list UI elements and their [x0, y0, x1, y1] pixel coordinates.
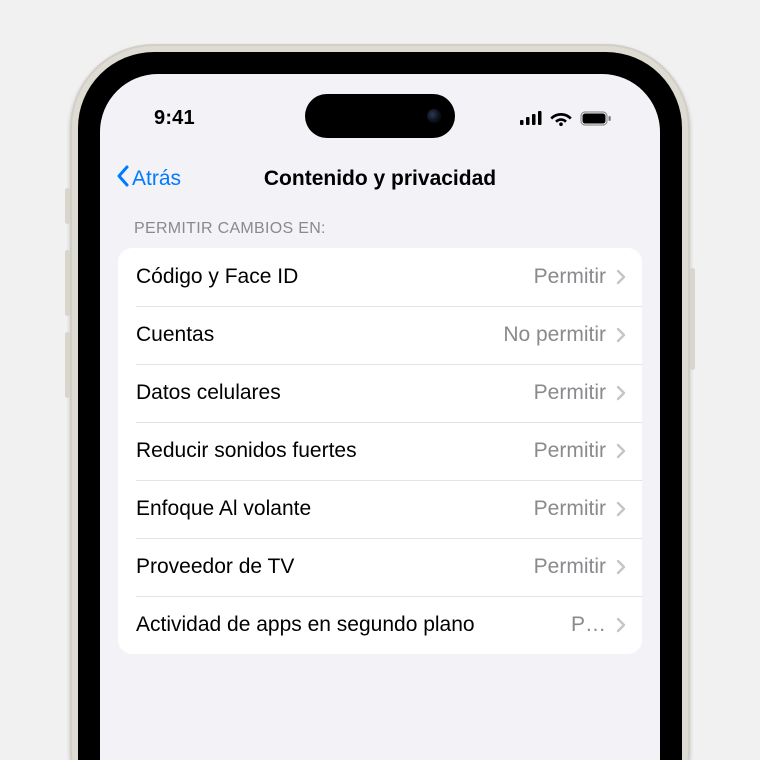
- row-background-app-activity[interactable]: Actividad de apps en segundo plano P…: [118, 596, 642, 654]
- chevron-left-icon: [116, 165, 130, 193]
- row-driving-focus[interactable]: Enfoque Al volante Permitir: [118, 480, 642, 538]
- back-label: Atrás: [132, 167, 181, 191]
- row-label: Código y Face ID: [136, 265, 534, 289]
- silent-switch: [65, 188, 70, 224]
- row-value: No permitir: [503, 323, 606, 347]
- screenshot-canvas: 9:41: [0, 0, 760, 760]
- chevron-right-icon: [616, 559, 626, 575]
- row-accounts[interactable]: Cuentas No permitir: [118, 306, 642, 364]
- row-cellular-data[interactable]: Datos celulares Permitir: [118, 364, 642, 422]
- row-label: Datos celulares: [136, 381, 534, 405]
- chevron-right-icon: [616, 327, 626, 343]
- section-header: Permitir cambios en:: [100, 208, 660, 248]
- side-button: [690, 268, 695, 370]
- cellular-icon: [520, 111, 542, 125]
- row-tv-provider[interactable]: Proveedor de TV Permitir: [118, 538, 642, 596]
- chevron-right-icon: [616, 501, 626, 517]
- battery-icon: [580, 111, 612, 126]
- status-time: 9:41: [154, 107, 195, 130]
- row-label: Reducir sonidos fuertes: [136, 439, 534, 463]
- row-label: Proveedor de TV: [136, 555, 534, 579]
- chevron-right-icon: [616, 617, 626, 633]
- row-value: Permitir: [534, 555, 606, 579]
- row-reduce-loud-sounds[interactable]: Reducir sonidos fuertes Permitir: [118, 422, 642, 480]
- phone-screen: 9:41: [100, 74, 660, 760]
- row-passcode-faceid[interactable]: Código y Face ID Permitir: [118, 248, 642, 306]
- row-label: Enfoque Al volante: [136, 497, 534, 521]
- status-icons: [520, 110, 612, 126]
- volume-down-button: [65, 332, 70, 398]
- row-value: Permitir: [534, 439, 606, 463]
- row-value: P…: [571, 613, 606, 637]
- wifi-icon: [550, 110, 572, 126]
- row-value: Permitir: [534, 497, 606, 521]
- back-button[interactable]: Atrás: [110, 161, 187, 197]
- volume-up-button: [65, 250, 70, 316]
- status-bar: 9:41: [100, 96, 660, 140]
- settings-list: Código y Face ID Permitir Cuentas No per…: [118, 248, 642, 654]
- row-value: Permitir: [534, 381, 606, 405]
- row-label: Actividad de apps en segundo plano: [136, 613, 571, 637]
- content-area: Permitir cambios en: Código y Face ID Pe…: [100, 208, 660, 760]
- nav-bar: Atrás Contenido y privacidad: [100, 152, 660, 206]
- phone-bezel: 9:41: [78, 52, 682, 760]
- chevron-right-icon: [616, 443, 626, 459]
- phone-frame: 9:41: [70, 44, 690, 760]
- row-label: Cuentas: [136, 323, 503, 347]
- chevron-right-icon: [616, 269, 626, 285]
- row-value: Permitir: [534, 265, 606, 289]
- chevron-right-icon: [616, 385, 626, 401]
